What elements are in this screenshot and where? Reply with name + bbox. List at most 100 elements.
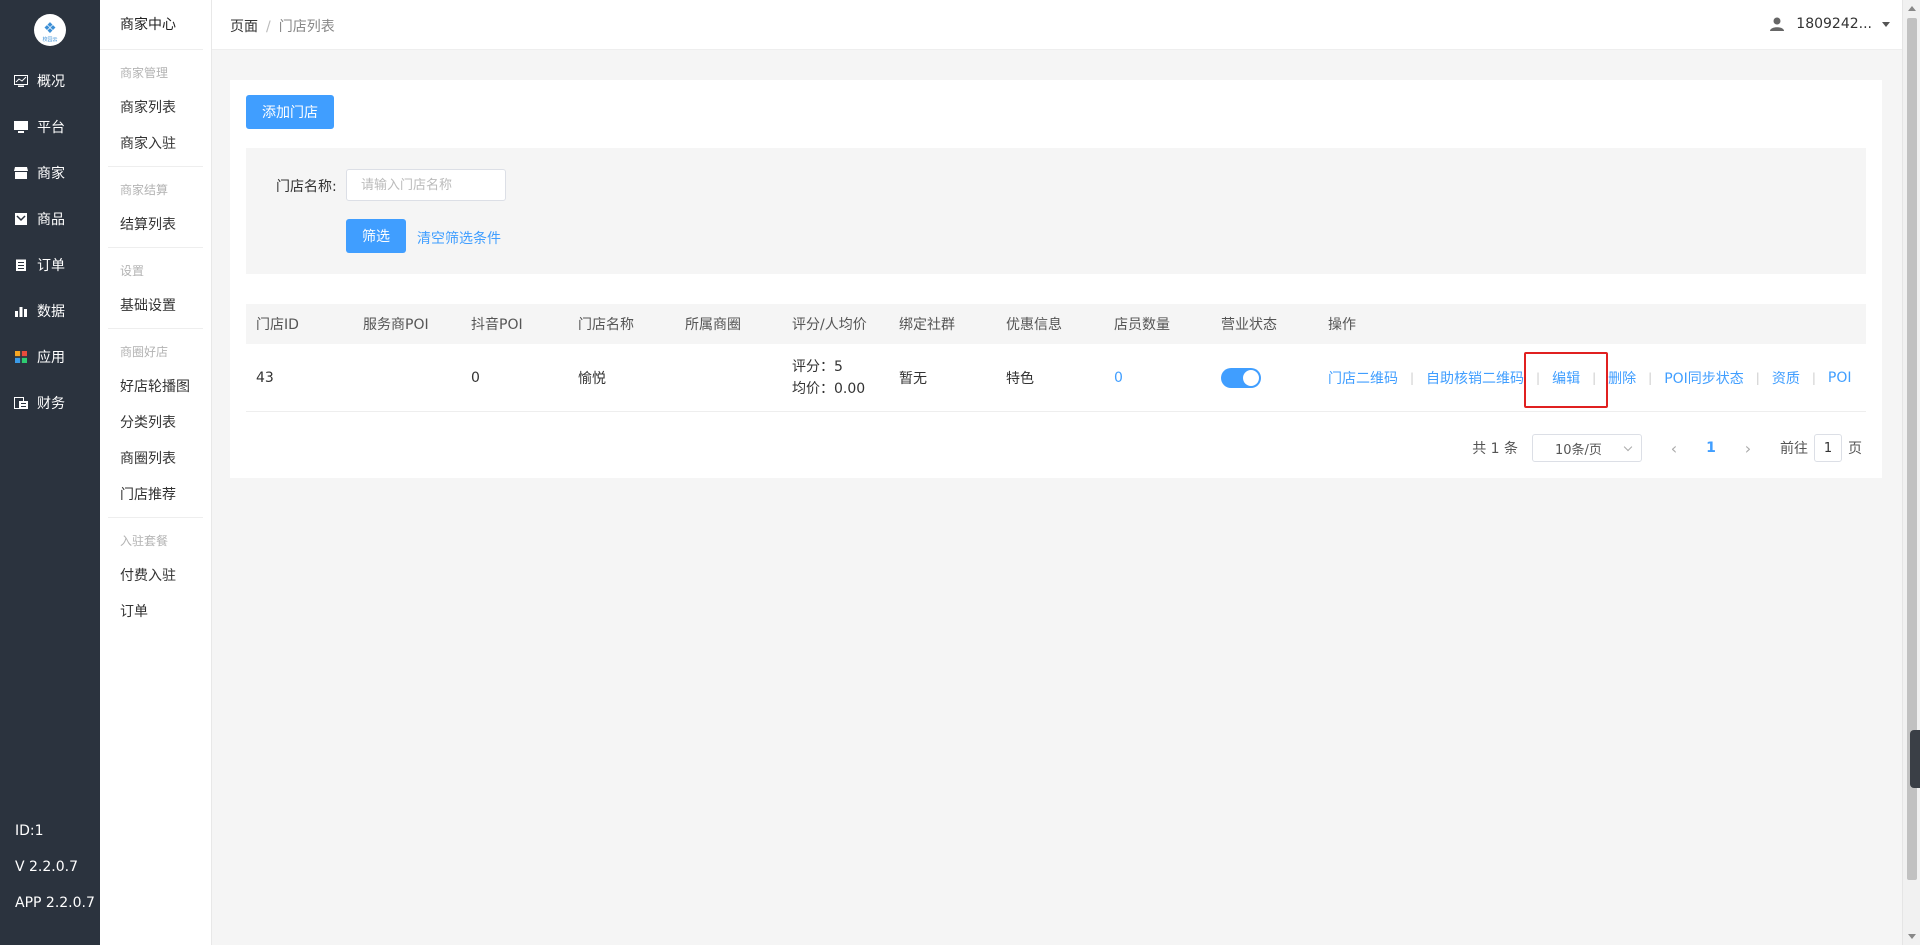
goto-page-input[interactable] [1814, 434, 1842, 462]
subnav-item-merchant-join[interactable]: 商家入驻 [100, 126, 211, 162]
subnav-item-district-list[interactable]: 商圈列表 [100, 441, 211, 477]
subnav-item-merchant-list[interactable]: 商家列表 [100, 90, 211, 126]
sidebar-item-overview[interactable]: 概况 [0, 58, 100, 104]
sidebar-item-label: 平台 [37, 120, 65, 136]
scroll-down-icon[interactable] [1908, 934, 1916, 939]
cell-douyin-poi: 0 [471, 369, 480, 386]
qualification-link[interactable]: 资质 [1772, 368, 1800, 388]
subnav-title: 商家中心 [100, 0, 203, 50]
sidebar-item-label: 应用 [37, 350, 65, 366]
page-size-select[interactable]: 10条/页 [1532, 434, 1642, 462]
account-id: ID:1 [15, 823, 44, 839]
version-label: V 2.2.0.7 [15, 859, 79, 875]
cell-open-status [1211, 367, 1318, 388]
secondary-sidebar: 商家中心 商家管理 商家列表 商家入驻 商家结算 结算列表 设置 基础设置 商圈… [100, 0, 212, 945]
user-name: 1809242... [1796, 16, 1872, 32]
clear-filter-link[interactable]: 清空筛选条件 [417, 228, 501, 248]
sidebar-item-label: 数据 [37, 304, 65, 320]
sidebar-item-finance[interactable]: 财务 [0, 380, 100, 426]
goto-page: 前往 页 [1780, 434, 1862, 462]
subnav-group-title: 设置 [120, 264, 145, 278]
cell-operations: 门店二维码 | 自助核销二维码 | 编辑 | 删除 | POI同步状态 | 资质 | POI [1318, 351, 1866, 408]
sidebar-item-label: 订单 [37, 258, 65, 274]
apps-grid-icon [15, 351, 27, 363]
cell-staff-count[interactable]: 0 [1104, 370, 1211, 386]
sidebar-item-label: 财务 [37, 396, 65, 412]
column-header: 门店名称 [578, 317, 634, 333]
filter-panel: 门店名称: 筛选 清空筛选条件 [246, 148, 1866, 274]
sidebar-item-label: 概况 [37, 74, 65, 90]
primary-sidebar: ❖ 校园云 概况 平台 商家 商品 订单 数据 应用 财务 ID:1 V 2.2… [0, 0, 100, 945]
column-header: 营业状态 [1221, 317, 1277, 333]
sidebar-item-apps[interactable]: 应用 [0, 334, 100, 380]
page-size-value: 10条/页 [1555, 442, 1602, 458]
breadcrumb-root[interactable]: 页面 [230, 19, 258, 35]
goto-suffix: 页 [1848, 441, 1862, 457]
column-header: 门店ID [256, 317, 299, 333]
subnav-item-carousel[interactable]: 好店轮播图 [100, 369, 211, 405]
pagination-total: 共 1 条 [1472, 441, 1518, 457]
op-separator: | [1755, 370, 1760, 385]
bar-chart-icon [15, 307, 27, 317]
poi-link[interactable]: POI [1828, 370, 1852, 386]
store-qrcode-link[interactable]: 门店二维码 [1328, 368, 1398, 388]
subnav-item-store-recommend[interactable]: 门店推荐 [100, 477, 211, 513]
self-verify-qrcode-link[interactable]: 自助核销二维码 [1426, 368, 1524, 388]
add-store-button[interactable]: 添加门店 [246, 95, 334, 129]
filter-button[interactable]: 筛选 [346, 219, 406, 253]
sidebar-item-merchant[interactable]: 商家 [0, 150, 100, 196]
sidebar-item-platform[interactable]: 平台 [0, 104, 100, 150]
vertical-scrollbar[interactable] [1902, 0, 1920, 945]
subnav-item-settlement-list[interactable]: 结算列表 [100, 207, 211, 243]
user-menu[interactable]: 1809242... [1770, 16, 1890, 32]
delete-link[interactable]: 删除 [1608, 368, 1636, 388]
score-text: 评分：5 [792, 358, 843, 375]
subnav-group-title: 商圈好店 [120, 345, 169, 359]
op-separator: | [1648, 370, 1653, 385]
store-name-input[interactable] [346, 169, 506, 201]
column-header: 服务商POI [363, 317, 429, 333]
column-header: 抖音POI [471, 317, 523, 333]
edit-link[interactable]: 编辑 [1524, 351, 1609, 408]
sidebar-item-orders[interactable]: 订单 [0, 242, 100, 288]
store-list-card: 添加门店 门店名称: 筛选 清空筛选条件 门店ID 服务商POI 抖音POI 门… [230, 80, 1882, 478]
top-header: 页面 / 门店列表 1809242... [212, 0, 1902, 50]
sidebar-footer: ID:1 V 2.2.0.7 APP 2.2.0.7 [15, 813, 95, 921]
breadcrumb-current: 门店列表 [278, 19, 335, 35]
column-header: 绑定社群 [899, 317, 955, 333]
user-icon [1770, 17, 1785, 31]
subnav-item-basic-settings[interactable]: 基础设置 [100, 288, 211, 324]
sidebar-item-label: 商品 [37, 212, 65, 228]
scroll-up-icon[interactable] [1908, 6, 1916, 11]
caret-down-icon [1882, 21, 1890, 27]
goods-icon [15, 213, 27, 225]
monitor-chart-icon [14, 75, 28, 87]
sidebar-item-data[interactable]: 数据 [0, 288, 100, 334]
cell-store-name: 愉悦 [578, 370, 606, 387]
subnav-item-category-list[interactable]: 分类列表 [100, 405, 211, 441]
store-table: 门店ID 服务商POI 抖音POI 门店名称 所属商圈 评分/人均价 绑定社群 … [246, 304, 1866, 412]
desktop-icon [14, 121, 28, 133]
poi-sync-status-link[interactable]: POI同步状态 [1664, 368, 1744, 388]
divider [108, 166, 203, 167]
sidebar-item-goods[interactable]: 商品 [0, 196, 100, 242]
open-status-toggle[interactable] [1221, 367, 1261, 388]
pagination: 共 1 条 10条/页 ‹ 1 › 前往 页 [1472, 434, 1862, 462]
logo-text: 校园云 [42, 37, 58, 43]
column-header: 店员数量 [1114, 317, 1170, 333]
divider [108, 328, 203, 329]
finance-icon [14, 397, 28, 409]
next-page-icon[interactable]: › [1734, 439, 1762, 458]
breadcrumb: 页面 / 门店列表 [230, 16, 335, 36]
subnav-item-paid-join[interactable]: 付费入驻 [100, 558, 211, 594]
app-logo[interactable]: ❖ 校园云 [34, 14, 66, 46]
subnav-group-title: 入驻套餐 [120, 534, 169, 548]
side-widget-handle[interactable] [1910, 730, 1920, 788]
column-header: 操作 [1328, 317, 1356, 333]
subnav-item-orders[interactable]: 订单 [100, 594, 211, 630]
divider [108, 247, 203, 248]
store-icon [14, 167, 28, 179]
prev-page-icon[interactable]: ‹ [1660, 439, 1688, 458]
page-number[interactable]: 1 [1696, 440, 1726, 456]
divider [108, 517, 203, 518]
